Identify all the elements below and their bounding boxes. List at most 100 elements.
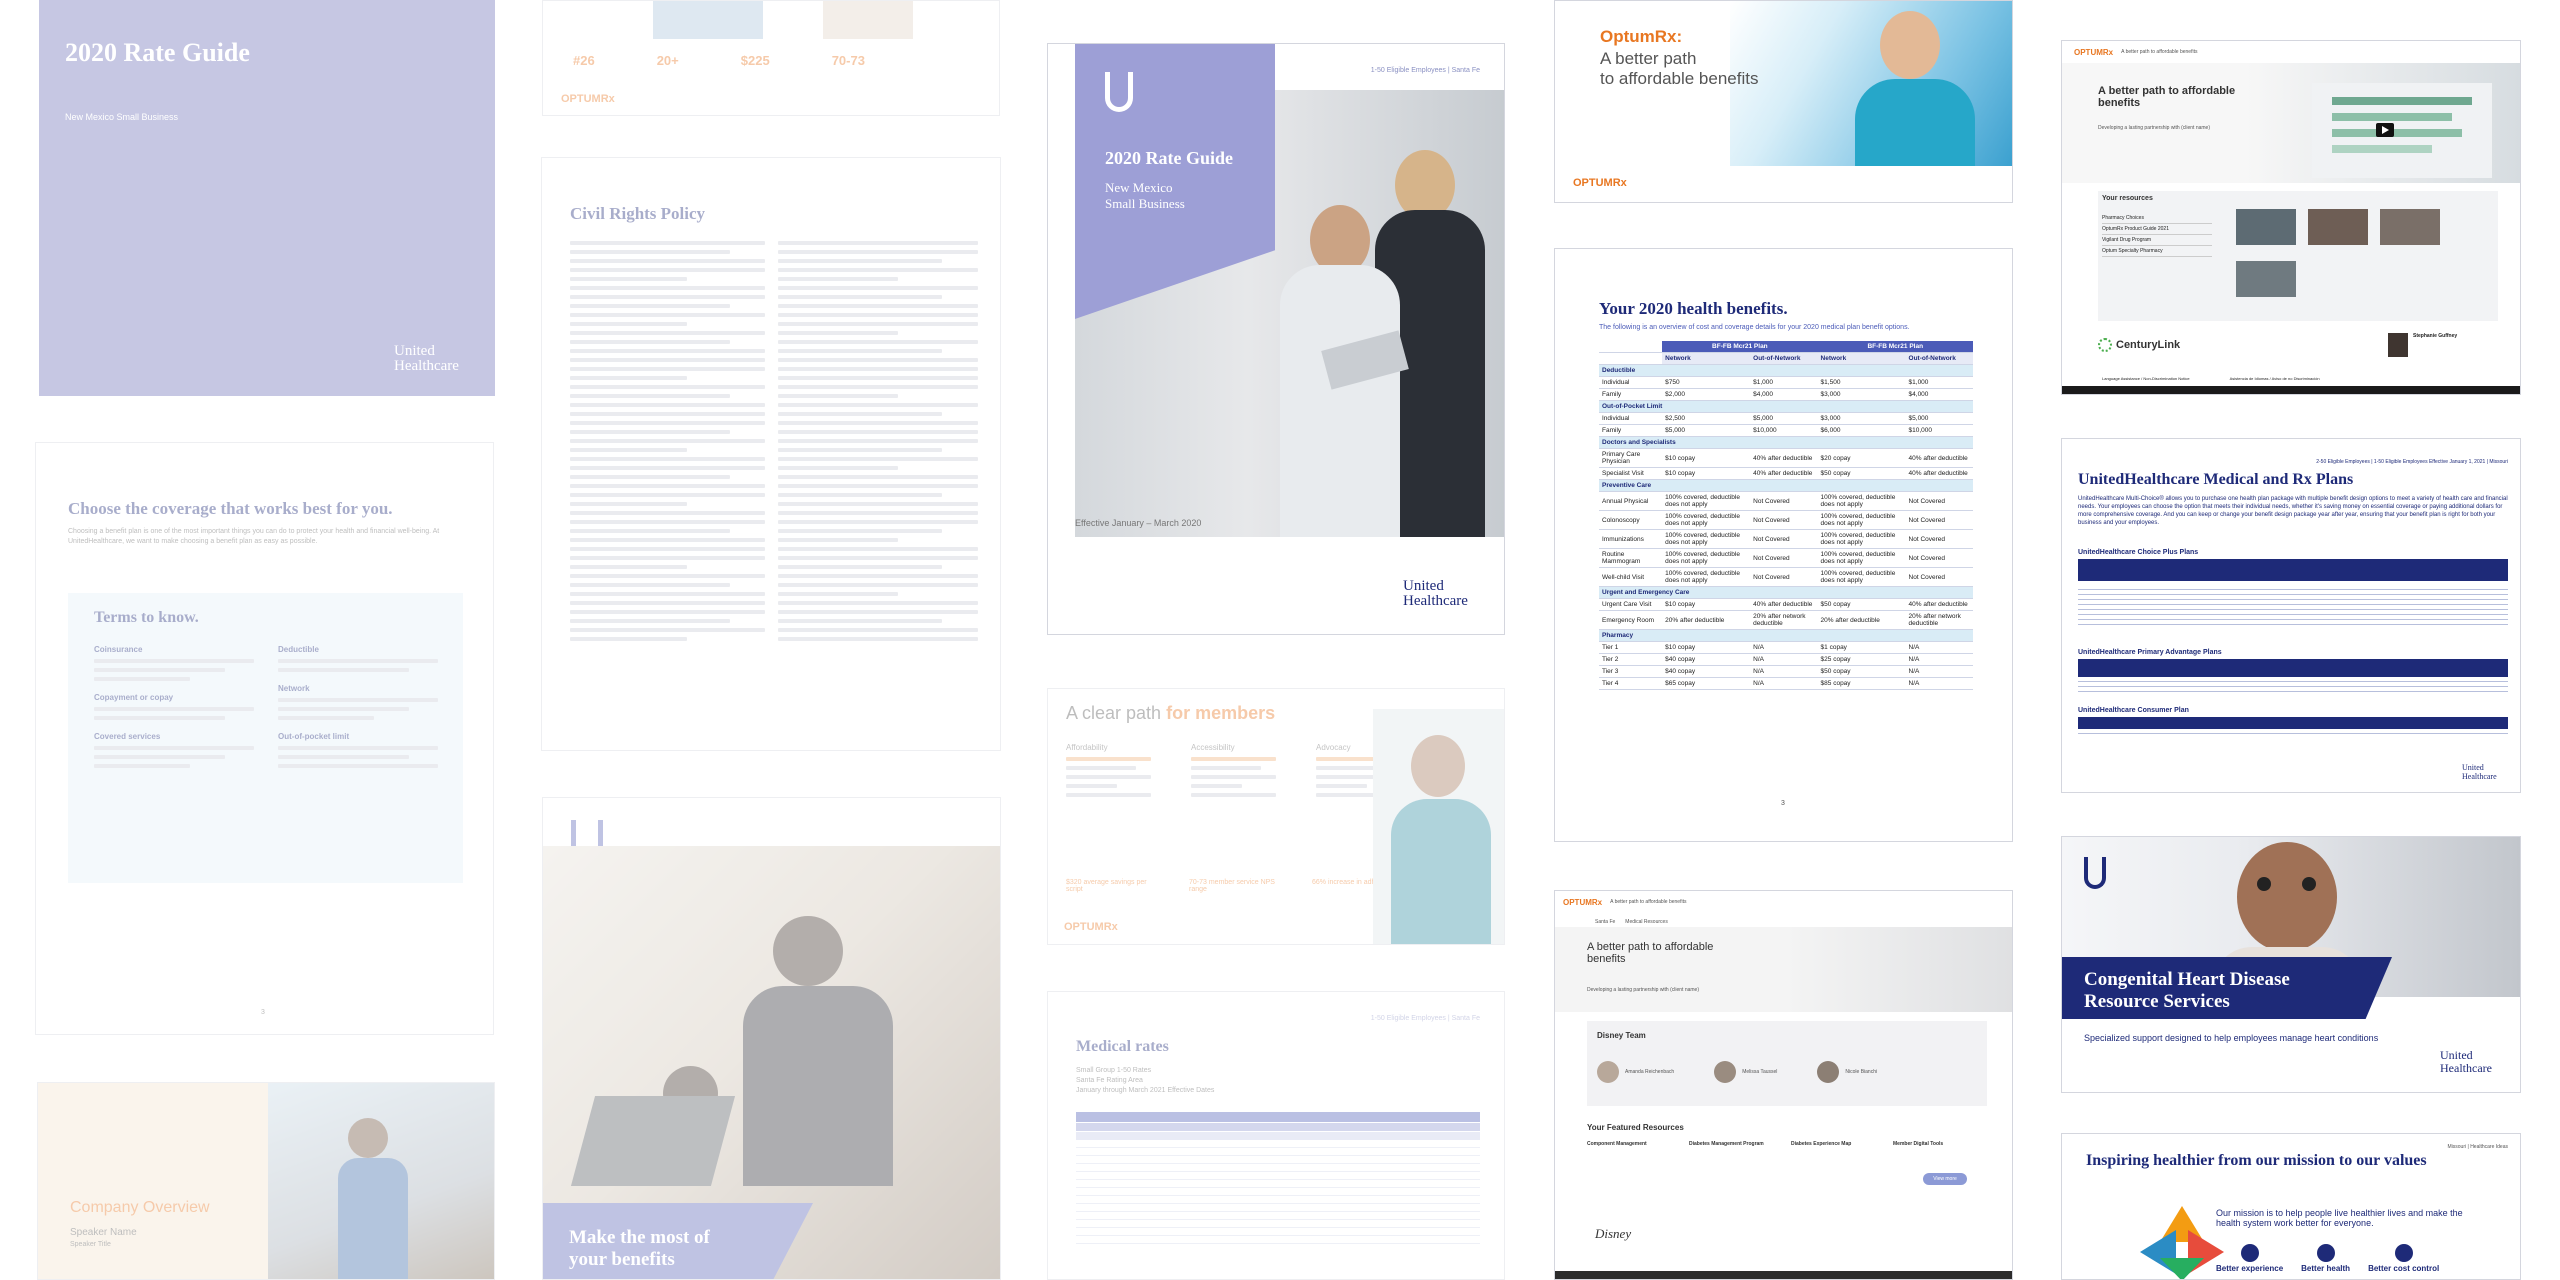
clear-path-members-thumbnail[interactable]: A clear path for members Affordability A… xyxy=(1047,688,1505,945)
benefits-row: Well-child Visit 100% covered, deductible… xyxy=(1599,567,1973,587)
cell-value: N/A xyxy=(1905,641,1973,654)
benefits-row: Family $2,000 $4,000 $3,000 $4,000 xyxy=(1599,388,1973,401)
disney-resources-thumbnail[interactable]: OPTUMRx A better path to affordable bene… xyxy=(1554,890,2013,1280)
civil-rights-thumbnail[interactable]: Civil Rights Policy xyxy=(541,157,1001,751)
member-photo xyxy=(823,1,913,39)
rate-guide-cover-active[interactable]: 1-50 Eligible Employees | Santa Fe 2020 … xyxy=(1047,43,1505,635)
cell-value: 40% after deductible xyxy=(1750,467,1818,480)
resource-link[interactable]: OptumRx Product Guide 2021 xyxy=(2102,224,2212,235)
rates-table xyxy=(1076,1112,1480,1244)
banner-line1: Congenital Heart Disease xyxy=(2084,969,2290,990)
clear-path-title: A clear path for members xyxy=(1066,703,1276,723)
nav-link[interactable]: Santa Fe xyxy=(1595,917,1615,927)
cell-value: $20 copay xyxy=(1817,448,1906,468)
cell-value: $1,000 xyxy=(1905,376,1973,389)
optum-logo: OPTUMRx xyxy=(1573,177,1627,189)
resource-item[interactable]: Diabetes Experience Map xyxy=(1791,1141,1879,1147)
benefits-row: Colonoscopy 100% covered, deductible does… xyxy=(1599,510,1973,530)
nav-link[interactable]: Medical Resources xyxy=(1625,917,1668,927)
benefits-row: Specialist Visit $10 copay 40% after deduc… xyxy=(1599,467,1973,480)
view-more-button[interactable]: View more xyxy=(1923,1173,1967,1185)
resources-title: Your Featured Resources xyxy=(1587,1123,1684,1132)
footer-link[interactable]: Language Assistance / Non-Discrimination… xyxy=(2102,376,2190,381)
resource-link[interactable]: Optum Specialty Pharmacy xyxy=(2102,246,2212,257)
cell-value: 100% covered, deductible does not apply xyxy=(1662,567,1751,587)
pillar-label: Better experience xyxy=(2216,1264,2284,1273)
resource-item[interactable]: Member Digital Tools xyxy=(1893,1141,1981,1147)
stat-value: $225 xyxy=(740,53,770,68)
pillar-label: Better cost control xyxy=(2368,1264,2440,1273)
company-overview-thumbnail[interactable]: Company Overview Speaker Name Speaker Ti… xyxy=(37,1082,495,1280)
cell-value: 20% after network deductible xyxy=(1750,610,1818,630)
benefits-section-row: Deductible xyxy=(1599,364,1973,377)
resource-item[interactable]: Component Management xyxy=(1587,1141,1675,1147)
term-label: Coinsurance xyxy=(94,645,143,654)
mission-title: Inspiring healthier from our mission to … xyxy=(2086,1152,2427,1169)
cell-value: $3,000 xyxy=(1817,412,1906,425)
stat-caption: $320 average savings per script xyxy=(1066,879,1147,893)
optum-stats-thumbnail[interactable]: #26 20+ $225 70-73 OPTUMRx xyxy=(542,0,1000,116)
benefits-table: BF-FB Mcr21 Plan BF-FB Mcr21 Plan Networ… xyxy=(1599,341,1973,690)
better-path-line2: to affordable benefits xyxy=(1600,69,1759,88)
cell-value: 100% covered, deductible does not apply xyxy=(1817,567,1906,587)
smiling-man-photo xyxy=(1373,709,1504,944)
pharmacy-photo xyxy=(653,1,763,39)
term-label: Network xyxy=(278,684,310,693)
benefits-section-row: Doctors and Specialists xyxy=(1599,436,1973,449)
banner-line2: your benefits xyxy=(569,1249,675,1270)
centurylink-resources-thumbnail[interactable]: OPTUMRx A better path to affordable bene… xyxy=(2061,40,2521,395)
video-thumb[interactable] xyxy=(2236,209,2296,245)
row-label: Individual xyxy=(1599,376,1663,389)
banner-line2: Resource Services xyxy=(2084,991,2230,1012)
woman-runner-photo xyxy=(1730,1,2012,166)
cell-value: 100% covered, deductible does not apply xyxy=(1662,491,1751,511)
play-icon[interactable] xyxy=(2376,123,2394,137)
contact-name: Stephanie Guffney xyxy=(2413,333,2458,339)
choose-coverage-thumbnail[interactable]: Choose the coverage that works best for … xyxy=(35,442,494,1035)
uhc-logo: United Healthcare xyxy=(2440,1048,2492,1075)
resource-item[interactable]: Diabetes Management Program xyxy=(1689,1141,1777,1147)
hero-title: A better path to affordable benefits xyxy=(2098,85,2236,109)
optum-logo: OPTUMRx xyxy=(561,93,615,105)
congenital-heart-thumbnail[interactable]: Congenital Heart Disease Resource Servic… xyxy=(2061,836,2521,1093)
cell-value: 40% after deductible xyxy=(1750,448,1818,468)
stat-value: 20+ xyxy=(656,53,679,68)
medical-rx-plans-thumbnail[interactable]: 2-50 Eligible Employees | 1-50 Eligible … xyxy=(2061,438,2521,793)
banner-line1: Make the most of xyxy=(569,1227,710,1248)
uhc-logo: United Healthcare xyxy=(2462,763,2497,781)
mission-values-thumbnail[interactable]: Missouri | Healthcare Ideas Inspiring he… xyxy=(2061,1133,2521,1280)
plan-b-header: BF-FB Mcr21 Plan xyxy=(1817,341,1973,353)
cell-value: $40 copay xyxy=(1662,665,1751,678)
video-thumb[interactable] xyxy=(2236,261,2296,297)
disney-logo: Disney xyxy=(1595,1226,1632,1241)
cell-value: 100% covered, deductible does not apply xyxy=(1662,529,1751,549)
cell-value: N/A xyxy=(1750,677,1818,690)
rate-guide-cover-thumbnail[interactable]: 2020 Rate Guide New Mexico Small Busines… xyxy=(39,0,495,396)
choice-plus-table xyxy=(2078,559,2508,625)
resource-link[interactable]: Pharmacy Choices xyxy=(2102,213,2212,224)
cell-value: N/A xyxy=(1905,665,1973,678)
cell-value: $1,500 xyxy=(1817,376,1906,389)
pillar-label: Better health xyxy=(2301,1264,2351,1273)
video-thumb[interactable] xyxy=(2308,209,2368,245)
cell-value: Not Covered xyxy=(1905,567,1973,587)
page-number: 3 xyxy=(261,1009,265,1016)
stat-value: #26 xyxy=(573,53,595,68)
benefits-row: Immunizations 100% covered, deductible do… xyxy=(1599,529,1973,549)
medical-rates-thumbnail[interactable]: 1-50 Eligible Employees | Santa Fe Medic… xyxy=(1047,991,1505,1280)
cover-title: 2020 Rate Guide xyxy=(1105,148,1233,168)
resources-title: Your resources xyxy=(2102,195,2153,202)
better-path-line1: A better path xyxy=(1600,49,1697,68)
benefits-banner: Make the most of your benefits xyxy=(543,1203,813,1279)
footer-link[interactable]: Asistencia de Idiomas / Aviso de no Disc… xyxy=(2230,376,2320,381)
hero-sub: Developing a lasting partnership with (c… xyxy=(2098,125,2211,131)
health-benefits-thumbnail[interactable]: Your 2020 health benefits. The following… xyxy=(1554,248,2013,842)
benefits-row: Urgent Care Visit $10 copay 40% after dedu… xyxy=(1599,598,1973,611)
resource-link[interactable]: Vigilant Drug Program xyxy=(2102,235,2212,246)
make-most-benefits-thumbnail[interactable]: Make the most of your benefits xyxy=(542,797,1001,1280)
benefits-title: Your 2020 health benefits. xyxy=(1599,299,1788,318)
video-thumb[interactable] xyxy=(2380,209,2440,245)
benefits-row: Primary Care Physician $10 copay 40% after… xyxy=(1599,448,1973,468)
resources-panel: Your resources Pharmacy Choices OptumRx … xyxy=(2098,191,2498,321)
optumrx-better-path-thumbnail[interactable]: OptumRx: A better path to affordable ben… xyxy=(1554,0,2013,203)
